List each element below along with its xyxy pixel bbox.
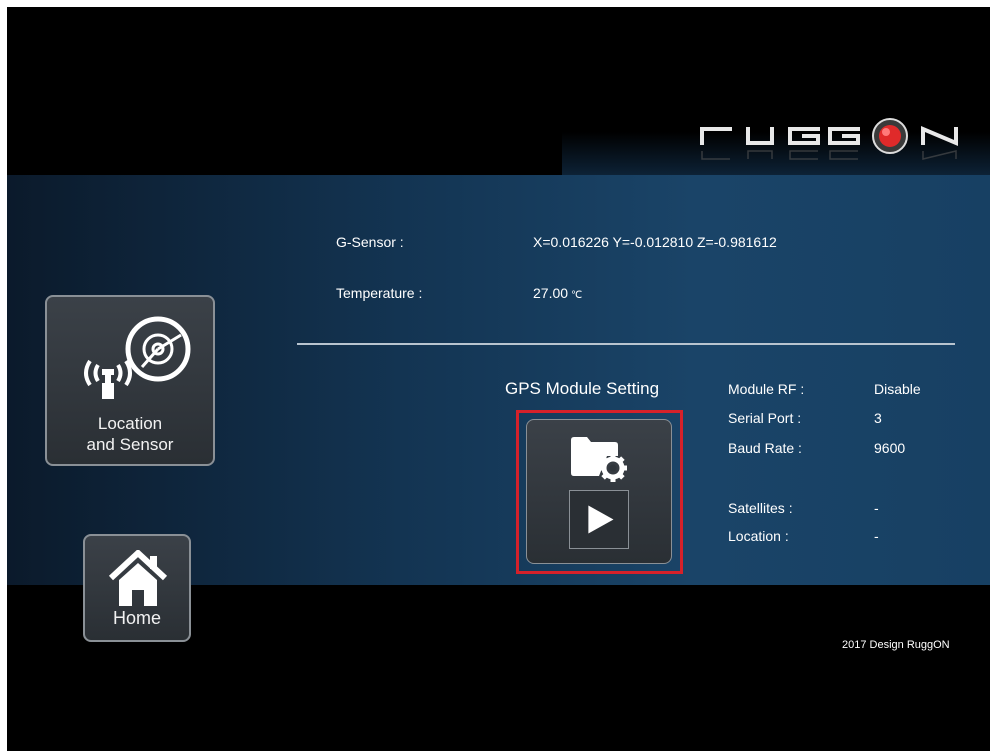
gsensor-value: X=0.016226 Y=-0.012810 Z=-0.981612 xyxy=(533,234,777,250)
baud-rate-label: Baud Rate : xyxy=(728,440,802,456)
folder-gear-icon xyxy=(571,437,627,482)
temperature-label: Temperature : xyxy=(336,285,423,301)
temperature-unit: ℃ xyxy=(571,290,583,301)
play-icon xyxy=(588,505,614,534)
home-button[interactable]: Home xyxy=(83,534,191,642)
module-rf-label: Module RF : xyxy=(728,381,805,397)
footer-credit: 2017 Design RuggON xyxy=(842,639,950,651)
location-sensor-label: Location and Sensor xyxy=(47,413,213,455)
module-rf-value: Disable xyxy=(874,381,921,397)
gsensor-label: G-Sensor : xyxy=(336,234,404,250)
serial-port-value: 3 xyxy=(874,410,882,426)
gps-play-button[interactable] xyxy=(569,490,629,549)
section-divider xyxy=(297,343,955,345)
location-label-line2: and Sensor xyxy=(86,435,174,454)
location-label: Location : xyxy=(728,528,789,544)
gps-module-setting-button[interactable] xyxy=(526,419,672,564)
satellites-value: - xyxy=(874,500,879,516)
location-label-line1: Location xyxy=(97,414,163,433)
satellites-label: Satellites : xyxy=(728,500,793,516)
app-screen: Location and Sensor Home G-Sensor : X=0.… xyxy=(7,7,990,751)
location-value: - xyxy=(874,528,879,544)
gps-module-title: GPS Module Setting xyxy=(505,379,660,398)
location-sensor-button[interactable]: Location and Sensor xyxy=(45,295,215,466)
temperature-value: 27.00 xyxy=(533,285,569,301)
home-label: Home xyxy=(112,608,161,628)
serial-port-label: Serial Port : xyxy=(728,410,802,426)
antenna-radar-icon xyxy=(84,316,191,399)
temperature-readout: 27.00 ℃ xyxy=(533,285,582,301)
ruggon-logo xyxy=(700,115,965,165)
home-icon xyxy=(109,550,167,606)
baud-rate-value: 9600 xyxy=(874,440,906,456)
